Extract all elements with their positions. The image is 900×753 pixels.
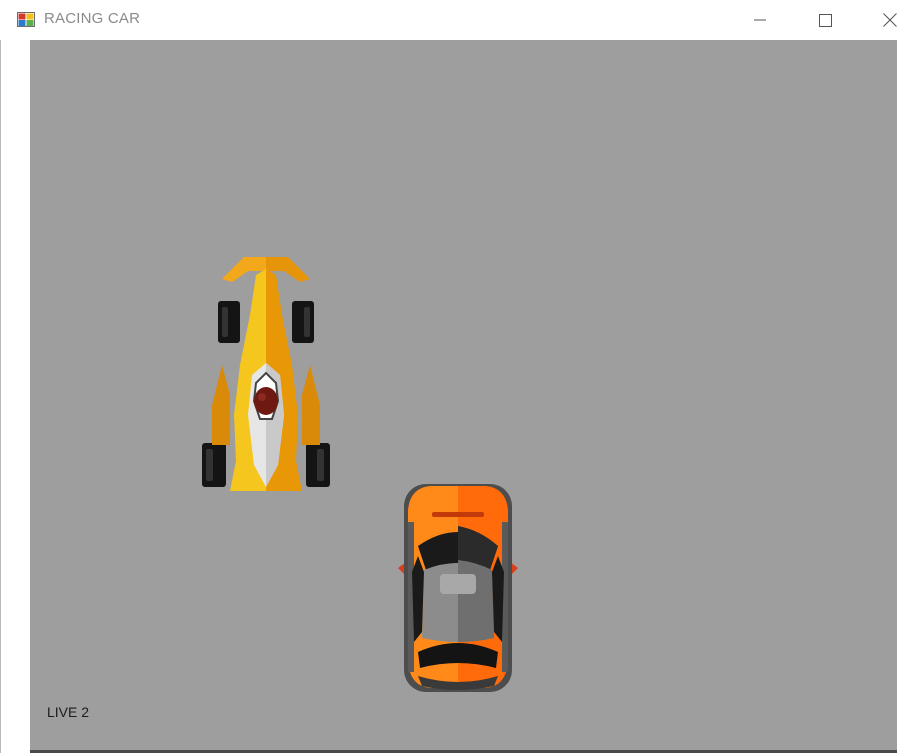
window-title: RACING CAR — [44, 10, 141, 27]
app-icon — [17, 12, 35, 27]
game-area[interactable]: LIVE 2 — [30, 40, 897, 753]
app-window: RACING CAR LIVE 2 — [0, 0, 900, 753]
maximize-icon — [818, 13, 832, 27]
orange-player-car — [398, 484, 518, 692]
close-button[interactable] — [867, 0, 900, 40]
yellow-formula-car — [202, 257, 330, 491]
window-left-border — [0, 40, 30, 753]
minimize-icon — [754, 19, 766, 21]
maximize-button[interactable] — [802, 0, 848, 40]
left-edge-line — [0, 40, 1, 753]
title-bar[interactable]: RACING CAR — [0, 0, 900, 40]
lives-counter: LIVE 2 — [47, 704, 90, 720]
minimize-button[interactable] — [737, 0, 783, 40]
close-icon — [883, 13, 897, 27]
